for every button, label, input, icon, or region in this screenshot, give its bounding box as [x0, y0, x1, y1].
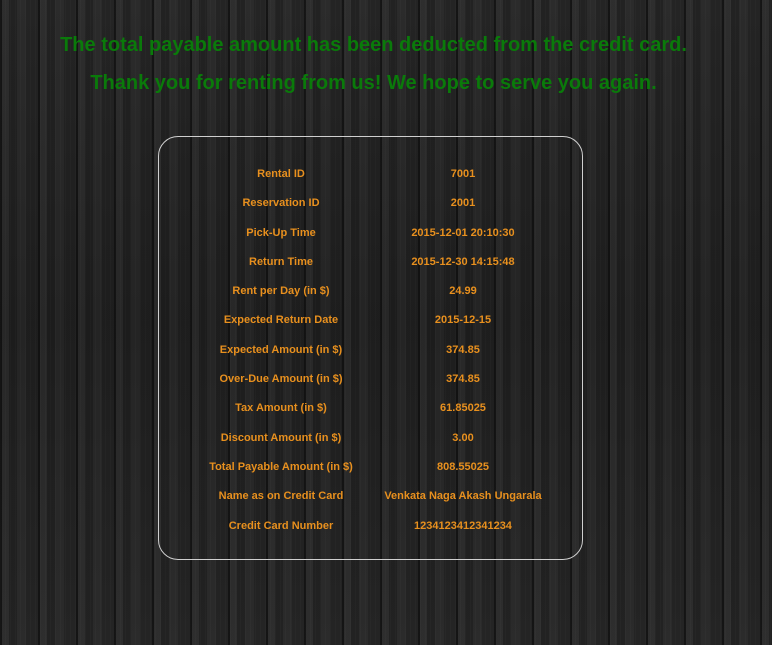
detail-row-tax-amount: Tax Amount (in $) 61.85025 [159, 394, 582, 423]
detail-label: Discount Amount (in $) [220, 431, 342, 444]
detail-value: 374.85 [446, 373, 480, 386]
detail-row-cardholder-name: Name as on Credit Card Venkata Naga Akas… [159, 482, 582, 511]
rental-summary-panel: Rental ID 7001 Reservation ID 2001 Pick-… [158, 136, 583, 560]
thank-you-message: Thank you for renting from us! We hope t… [90, 72, 657, 94]
detail-label: Total Payable Amount (in $) [209, 460, 353, 473]
detail-value: 7001 [450, 168, 476, 180]
detail-row-return-time: Return Time 2015-12-30 14:15:48 [159, 248, 582, 277]
detail-label: Reservation ID [242, 197, 320, 210]
detail-label: Rental ID [257, 168, 305, 180]
detail-row-total-payable: Total Payable Amount (in $) 808.55025 [159, 453, 582, 482]
detail-value: 1234123412341234 [414, 519, 512, 532]
detail-value: 3.00 [452, 431, 474, 444]
detail-row-rental-id: Rental ID 7001 [159, 160, 582, 189]
detail-row-rent-per-day: Rent per Day (in $) 24.99 [159, 277, 582, 306]
detail-label: Name as on Credit Card [218, 490, 344, 503]
detail-label: Credit Card Number [228, 519, 334, 532]
detail-value: 2015-12-01 20:10:30 [411, 226, 515, 239]
detail-row-pickup-time: Pick-Up Time 2015-12-01 20:10:30 [159, 219, 582, 248]
detail-value: 2015-12-15 [434, 314, 492, 327]
detail-label: Return Time [249, 255, 313, 268]
detail-label: Expected Amount (in $) [219, 343, 343, 356]
detail-value: 374.85 [446, 343, 480, 356]
detail-row-card-number: Credit Card Number 1234123412341234 [159, 512, 582, 541]
detail-row-discount-amount: Discount Amount (in $) 3.00 [159, 424, 582, 453]
deduction-message: The total payable amount has been deduct… [60, 34, 687, 56]
detail-value: 61.85025 [440, 402, 486, 415]
detail-value: 808.55025 [437, 460, 489, 473]
detail-label: Tax Amount (in $) [235, 402, 327, 415]
detail-value: Venkata Naga Akash Ungarala [384, 490, 542, 503]
detail-label: Over-Due Amount (in $) [219, 373, 343, 386]
detail-row-expected-amount: Expected Amount (in $) 374.85 [159, 336, 582, 365]
detail-label: Expected Return Date [223, 314, 339, 327]
detail-row-overdue-amount: Over-Due Amount (in $) 374.85 [159, 365, 582, 394]
detail-row-reservation-id: Reservation ID 2001 [159, 189, 582, 218]
detail-row-expected-return-date: Expected Return Date 2015-12-15 [159, 306, 582, 335]
detail-label: Pick-Up Time [246, 226, 316, 239]
detail-label: Rent per Day (in $) [232, 285, 330, 298]
detail-value: 24.99 [449, 285, 477, 298]
rental-details-list: Rental ID 7001 Reservation ID 2001 Pick-… [159, 160, 582, 541]
detail-value: 2001 [450, 197, 476, 210]
detail-value: 2015-12-30 14:15:48 [411, 255, 515, 268]
